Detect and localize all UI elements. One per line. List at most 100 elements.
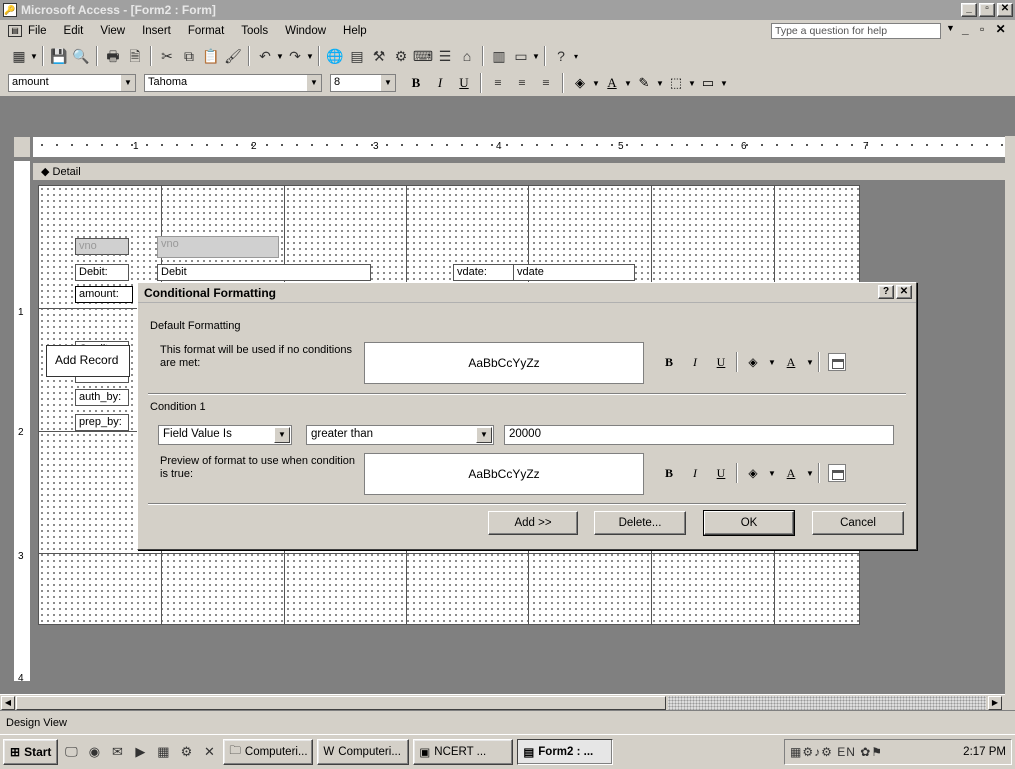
save-icon[interactable]: 💾 bbox=[48, 45, 70, 67]
outlook-icon[interactable]: ✉ bbox=[107, 742, 127, 762]
access-app-icon[interactable]: 🔑 bbox=[3, 3, 17, 17]
search-icon[interactable]: 🔍 bbox=[70, 45, 92, 67]
close-icon[interactable]: ✕ bbox=[896, 285, 912, 299]
browser-icon[interactable]: ◉ bbox=[84, 742, 104, 762]
clock[interactable]: 2:17 PM bbox=[963, 746, 1006, 758]
chevron-down-icon[interactable]: ▼ bbox=[720, 79, 728, 88]
network-icon[interactable]: ⚙ bbox=[176, 742, 196, 762]
form-doc-icon[interactable]: ▤ bbox=[8, 25, 22, 37]
chevron-down-icon[interactable]: ▼ bbox=[768, 358, 776, 367]
vdate-field[interactable]: vdate bbox=[513, 264, 635, 281]
calculator-icon[interactable]: ▦ bbox=[153, 742, 173, 762]
align-left-icon[interactable]: ≡ bbox=[486, 72, 510, 94]
condition-type-select[interactable]: Field Value Is ▼ bbox=[158, 425, 292, 445]
menu-window[interactable]: Window bbox=[285, 25, 326, 37]
detail-section-header[interactable]: ◆ Detail bbox=[33, 163, 1007, 181]
scroll-thumb[interactable] bbox=[16, 696, 666, 710]
format-painter-icon[interactable]: 🖌 bbox=[222, 45, 244, 67]
fill-color-icon[interactable]: ◈ bbox=[742, 462, 764, 484]
underline-icon[interactable]: U bbox=[452, 72, 476, 94]
scroll-left-icon[interactable]: ◀ bbox=[1, 696, 15, 710]
chevron-down-icon[interactable]: ▼ bbox=[306, 52, 314, 61]
chevron-down-icon[interactable]: ▾ bbox=[572, 52, 580, 61]
task-ncert[interactable]: ▣ NCERT ... bbox=[413, 739, 514, 765]
font-color-icon[interactable]: A bbox=[600, 72, 624, 94]
align-right-icon[interactable]: ≡ bbox=[534, 72, 558, 94]
properties-icon[interactable]: ☰ bbox=[434, 45, 456, 67]
chevron-down-icon[interactable]: ▼ bbox=[274, 427, 290, 443]
add-condition-button[interactable]: Add >> bbox=[488, 511, 578, 535]
fill-color-icon[interactable]: ◈ bbox=[742, 351, 764, 373]
field-list-icon[interactable]: ▤ bbox=[346, 45, 368, 67]
menu-help[interactable]: Help bbox=[343, 25, 367, 37]
chevron-down-icon[interactable]: ▼ bbox=[532, 52, 540, 61]
delete-condition-button[interactable]: Delete... bbox=[594, 511, 686, 535]
vdate-label[interactable]: vdate: bbox=[453, 264, 515, 281]
ask-question-input[interactable]: Type a question for help bbox=[771, 23, 941, 39]
menu-view[interactable]: View bbox=[100, 25, 125, 37]
font-select[interactable]: Tahoma ▼ bbox=[144, 74, 322, 92]
menu-edit[interactable]: Edit bbox=[64, 25, 84, 37]
bold-icon[interactable]: B bbox=[658, 351, 680, 373]
print-preview-icon[interactable]: 🗎 bbox=[124, 45, 146, 67]
italic-icon[interactable]: I bbox=[428, 72, 452, 94]
chevron-down-icon[interactable]: ▼ bbox=[768, 469, 776, 478]
italic-icon[interactable]: I bbox=[684, 462, 706, 484]
line-color-icon[interactable]: ✎ bbox=[632, 72, 656, 94]
close-button[interactable]: ✕ bbox=[997, 3, 1013, 17]
menu-insert[interactable]: Insert bbox=[142, 25, 171, 37]
chevron-down-icon[interactable]: ▼ bbox=[307, 75, 321, 91]
paste-icon[interactable]: 📋 bbox=[200, 45, 222, 67]
help-dropdown-icon[interactable]: ▼ bbox=[946, 23, 955, 33]
chevron-down-icon[interactable]: ▼ bbox=[656, 79, 664, 88]
fill-color-icon[interactable]: ◈ bbox=[568, 72, 592, 94]
add-record-button[interactable]: Add Record bbox=[46, 345, 130, 377]
build-icon[interactable]: ⌂ bbox=[456, 45, 478, 67]
tray-icons[interactable]: ▦⚙♪⚙ EN ✿⚑ bbox=[790, 745, 963, 759]
toolbox-icon[interactable]: ⚒ bbox=[368, 45, 390, 67]
cancel-button[interactable]: Cancel bbox=[812, 511, 904, 535]
condition-value-input[interactable]: 20000 bbox=[504, 425, 894, 445]
undo-icon[interactable]: ↶ bbox=[254, 45, 276, 67]
code-icon[interactable]: ⌨ bbox=[412, 45, 434, 67]
scroll-right-icon[interactable]: ▶ bbox=[988, 696, 1002, 710]
chevron-down-icon[interactable]: ▼ bbox=[276, 52, 284, 61]
object-select[interactable]: amount ▼ bbox=[8, 74, 136, 92]
desktop-icon[interactable]: 🖵 bbox=[61, 742, 81, 762]
enabled-toggle-icon[interactable] bbox=[828, 353, 846, 371]
mdi-window-controls[interactable]: _ ▫ ✕ bbox=[962, 22, 1010, 36]
hyperlink-icon[interactable]: 🌐 bbox=[324, 45, 346, 67]
tool-icon[interactable]: ✕ bbox=[199, 742, 219, 762]
chevron-down-icon[interactable]: ▼ bbox=[476, 427, 492, 443]
form-selector[interactable] bbox=[13, 136, 31, 158]
chevron-down-icon[interactable]: ▼ bbox=[624, 79, 632, 88]
auth-by-label[interactable]: auth_by: bbox=[75, 389, 129, 406]
debit-label[interactable]: Debit: bbox=[75, 264, 129, 281]
redo-icon[interactable]: ↷ bbox=[284, 45, 306, 67]
scroll-track[interactable] bbox=[668, 696, 986, 710]
menu-file[interactable]: File bbox=[28, 25, 47, 37]
task-form2[interactable]: ▤ Form2 : ... bbox=[517, 739, 614, 765]
minimize-button[interactable]: _ bbox=[961, 3, 977, 17]
font-color-icon[interactable]: A bbox=[780, 462, 802, 484]
underline-icon[interactable]: U bbox=[710, 462, 732, 484]
view-icon[interactable]: ▦ bbox=[8, 45, 30, 67]
menu-format[interactable]: Format bbox=[188, 25, 224, 37]
underline-icon[interactable]: U bbox=[710, 351, 732, 373]
start-button[interactable]: ⊞ Start bbox=[3, 739, 59, 765]
bold-icon[interactable]: B bbox=[404, 72, 428, 94]
new-object-icon[interactable]: ▭ bbox=[510, 45, 532, 67]
align-center-icon[interactable]: ≡ bbox=[510, 72, 534, 94]
chevron-down-icon[interactable]: ▼ bbox=[381, 75, 395, 91]
task-computeri-1[interactable]: 🗀 Computeri... bbox=[223, 739, 314, 765]
cut-icon[interactable]: ✂ bbox=[156, 45, 178, 67]
bold-icon[interactable]: B bbox=[658, 462, 680, 484]
restore-button[interactable]: ▫ bbox=[979, 3, 995, 17]
special-effect-icon[interactable]: ▭ bbox=[696, 72, 720, 94]
task-computeri-2[interactable]: W Computeri... bbox=[317, 739, 410, 765]
border-width-icon[interactable]: ⬚ bbox=[664, 72, 688, 94]
vertical-scrollbar[interactable] bbox=[1005, 136, 1015, 710]
operator-select[interactable]: greater than ▼ bbox=[306, 425, 494, 445]
enabled-toggle-icon[interactable] bbox=[828, 464, 846, 482]
chevron-down-icon[interactable]: ▼ bbox=[592, 79, 600, 88]
